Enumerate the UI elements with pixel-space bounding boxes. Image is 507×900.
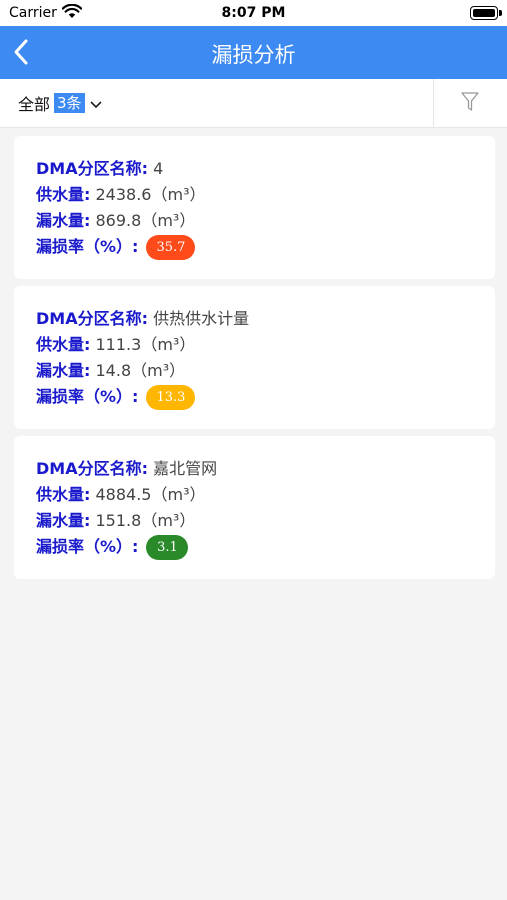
supply-unit: （m³） (151, 485, 206, 504)
dma-card[interactable]: DMA分区名称: 嘉北管网 供水量: 4884.5 （m³） 漏水量: 151.8… (14, 436, 495, 579)
page-title: 漏损分析 (211, 43, 296, 67)
supply-unit: （m³） (141, 335, 196, 354)
supply-label: 供水量: (36, 335, 91, 354)
zone-label: DMA分区名称: (36, 309, 148, 328)
dma-card[interactable]: DMA分区名称: 4 供水量: 2438.6 （m³） 漏水量: 869.8 （m³… (14, 136, 495, 279)
leak-unit: （m³） (141, 211, 196, 230)
dma-card[interactable]: DMA分区名称: 供热供水计量 供水量: 111.3 （m³） 漏水量: 14.8… (14, 286, 495, 429)
zone-value: 4 (153, 159, 164, 178)
zone-value: 供热供水计量 (153, 309, 250, 328)
zone-label: DMA分区名称: (36, 459, 148, 478)
supply-value: 2438.6 (95, 185, 152, 204)
leak-value: 151.8 (95, 511, 142, 530)
rate-label: 漏损率（%）: (36, 237, 139, 256)
nav-bar: 漏损分析 (0, 26, 507, 79)
leak-unit: （m³） (131, 361, 186, 380)
leak-label: 漏水量: (36, 361, 91, 380)
supply-label: 供水量: (36, 185, 91, 204)
battery-icon (470, 6, 502, 20)
scope-dropdown[interactable]: 全部 3条 (18, 92, 102, 114)
leak-label: 漏水量: (36, 211, 91, 230)
filter-icon[interactable] (460, 91, 480, 113)
leak-unit: （m³） (141, 511, 196, 530)
leak-list: DMA分区名称: 4 供水量: 2438.6 （m³） 漏水量: 869.8 （m³… (14, 136, 495, 586)
leak-value: 14.8 (95, 361, 132, 380)
filter-bar: 全部 3条 (0, 79, 507, 128)
leak-value: 869.8 (95, 211, 142, 230)
supply-value: 4884.5 (95, 485, 152, 504)
rate-label: 漏损率（%）: (36, 387, 139, 406)
chevron-down-icon (89, 94, 102, 113)
zone-value: 嘉北管网 (153, 459, 218, 478)
status-bar: Carrier 8:07 PM (0, 0, 507, 26)
rate-label: 漏损率（%）: (36, 537, 139, 556)
rate-badge: 35.7 (146, 234, 196, 260)
scope-label: 全部 (18, 95, 51, 114)
supply-label: 供水量: (36, 485, 91, 504)
count-badge: 3条 (54, 93, 85, 113)
supply-value: 111.3 (95, 335, 142, 354)
leak-label: 漏水量: (36, 511, 91, 530)
clock: 8:07 PM (221, 5, 286, 21)
rate-badge: 3.1 (146, 534, 189, 560)
rate-badge: 13.3 (146, 384, 196, 410)
divider (433, 79, 434, 127)
zone-label: DMA分区名称: (36, 159, 148, 178)
supply-unit: （m³） (151, 185, 206, 204)
